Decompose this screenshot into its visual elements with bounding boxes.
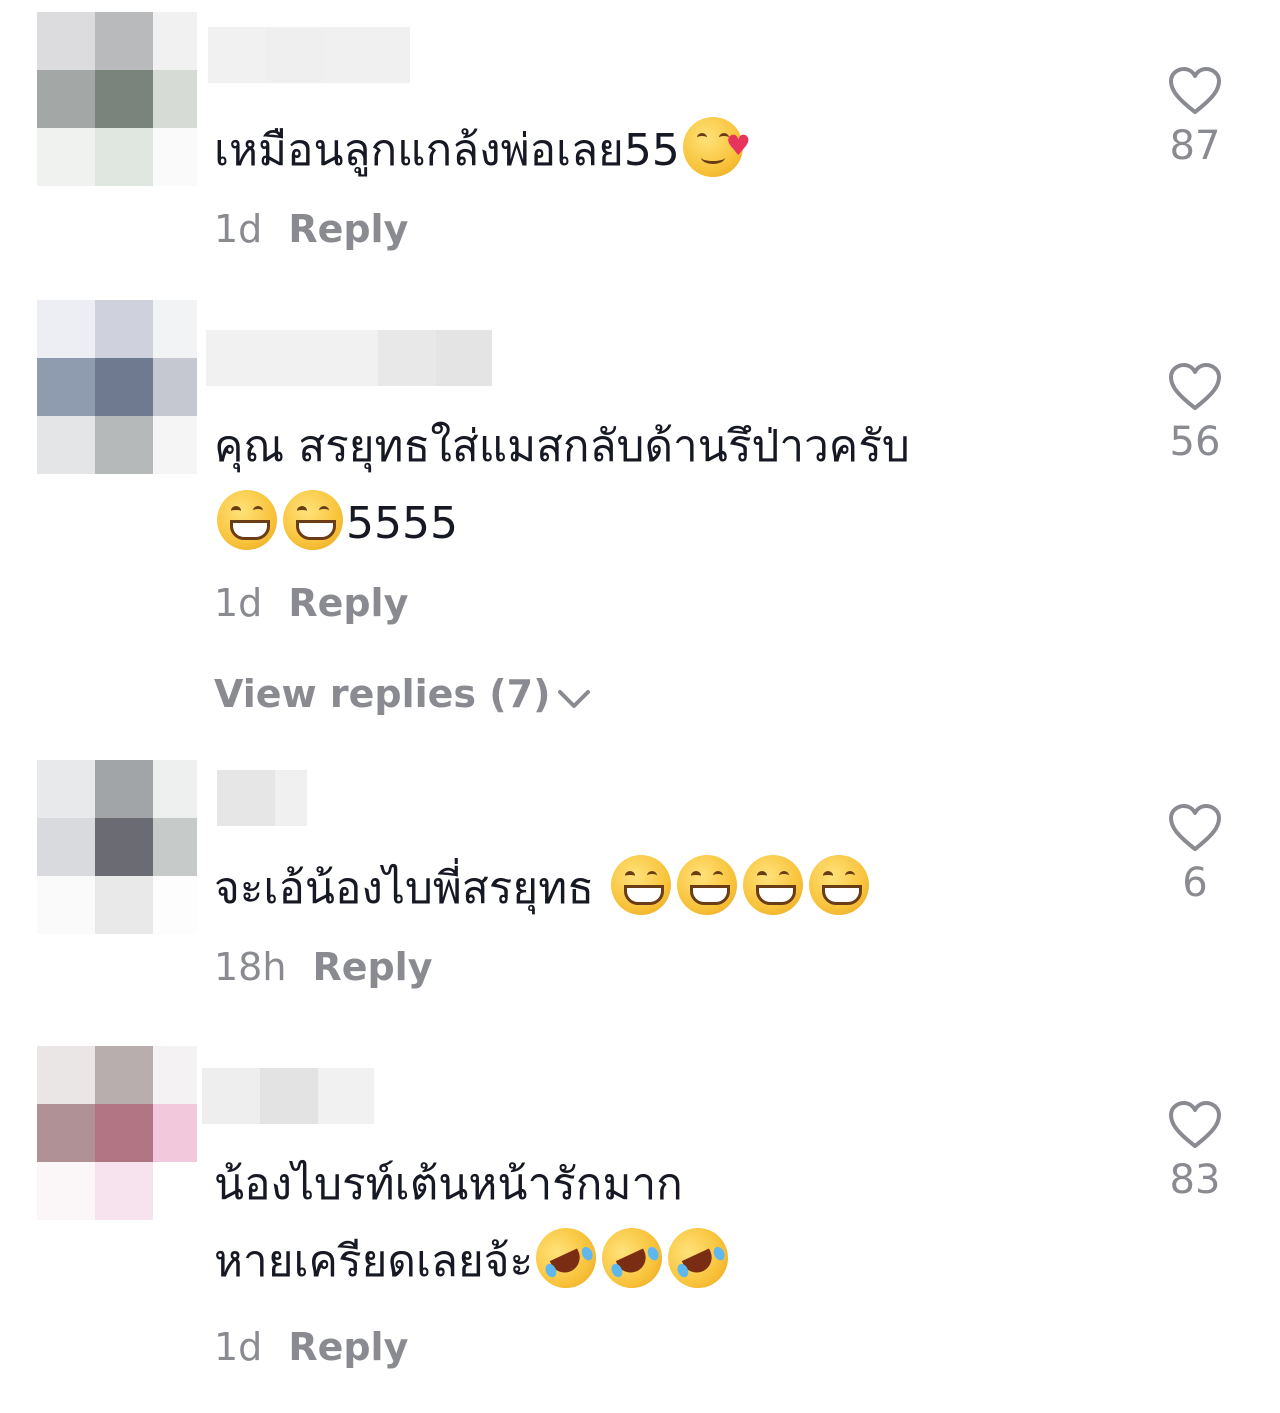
timestamp: 1d — [214, 207, 263, 251]
comment-text-line: เหมือนลูกแกล้งพ่อเลย55 — [214, 125, 680, 176]
like-count: 56 — [1169, 419, 1221, 465]
grinning-face-icon — [743, 855, 804, 915]
avatar[interactable] — [37, 300, 197, 474]
reply-button[interactable]: Reply — [288, 581, 408, 625]
like-button[interactable]: 56 — [1150, 362, 1240, 466]
comment-text-line-2: 5555 — [214, 485, 1114, 562]
view-replies-label: View replies (7) — [214, 672, 551, 716]
comment-text-line: จะเอ้น้องไบพี่สรยุทธ — [214, 863, 595, 914]
heart-icon — [1169, 804, 1221, 851]
reply-button[interactable]: Reply — [288, 1325, 408, 1369]
timestamp: 1d — [214, 581, 263, 625]
comment-meta: 18h Reply — [214, 944, 432, 990]
like-count: 87 — [1169, 123, 1221, 169]
rolling-on-floor-laughing-icon — [658, 1218, 739, 1298]
avatar[interactable] — [37, 12, 197, 186]
heart-icon — [1169, 363, 1221, 410]
smiling-face-with-hearts-icon — [682, 107, 751, 184]
like-count: 83 — [1169, 1157, 1221, 1203]
comment-text: คุณ สรยุทธใส่แมสกลับด้านรึป่าวครับ 5555 — [214, 408, 1114, 562]
username[interactable] — [202, 1068, 374, 1124]
username[interactable] — [217, 770, 307, 826]
rolling-on-floor-laughing-icon — [592, 1218, 673, 1298]
comment-text-line: คุณ สรยุทธใส่แมสกลับด้านรึป่าวครับ — [214, 421, 910, 472]
timestamp: 18h — [214, 945, 287, 989]
avatar[interactable] — [37, 1046, 197, 1220]
like-count: 6 — [1182, 860, 1208, 906]
username[interactable] — [208, 27, 410, 83]
grinning-face-icon — [283, 490, 343, 550]
like-button[interactable]: 6 — [1150, 803, 1240, 907]
avatar[interactable] — [37, 760, 197, 934]
comment-text: น้องไบรท์เต้นหน้ารักมาก หายเครียดเลยจ้ะ — [214, 1146, 1114, 1300]
comment-meta: 1d Reply — [214, 206, 408, 252]
username[interactable] — [206, 330, 492, 386]
chevron-down-icon — [558, 690, 591, 708]
like-button[interactable]: 87 — [1150, 66, 1240, 170]
timestamp: 1d — [214, 1325, 263, 1369]
comment-text: จะเอ้น้องไบพี่สรยุทธ — [214, 850, 1114, 927]
comment-text: เหมือนลูกแกล้งพ่อเลย55 — [214, 107, 1114, 189]
reply-button[interactable]: Reply — [288, 207, 408, 251]
comment-text-line: น้องไบรท์เต้นหน้ารักมาก — [214, 1159, 683, 1210]
heart-icon — [1169, 67, 1221, 114]
like-button[interactable]: 83 — [1150, 1100, 1240, 1204]
view-replies-button[interactable]: View replies (7) — [214, 670, 592, 718]
grinning-face-icon — [611, 855, 672, 915]
grinning-face-icon — [677, 855, 738, 915]
comment-text-suffix: 5555 — [346, 498, 458, 549]
grinning-face-icon — [809, 855, 870, 915]
reply-button[interactable]: Reply — [312, 945, 432, 989]
grinning-face-icon — [217, 490, 277, 550]
comment-meta: 1d Reply — [214, 580, 408, 626]
comment-text-suffix: หายเครียดเลยจ้ะ — [214, 1236, 534, 1287]
comment-text-line-2: หายเครียดเลยจ้ะ — [214, 1218, 1114, 1300]
comment-meta: 1d Reply — [214, 1324, 408, 1370]
heart-icon — [1169, 1101, 1221, 1148]
rolling-on-floor-laughing-icon — [526, 1218, 607, 1298]
